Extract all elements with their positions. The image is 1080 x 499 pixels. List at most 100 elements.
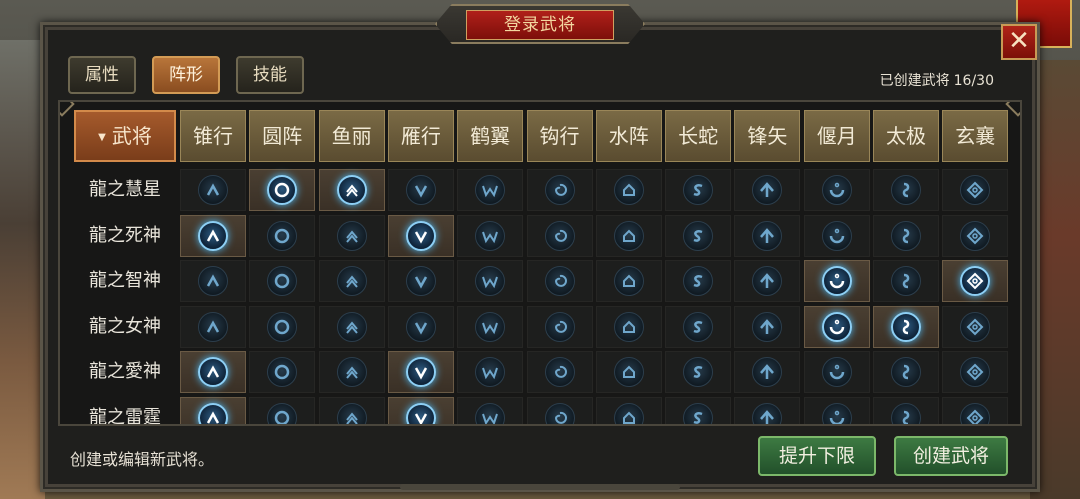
formation-cell[interactable] (803, 169, 870, 211)
formation-cell[interactable] (526, 305, 593, 348)
general-name[interactable]: 龍之愛神 (74, 350, 176, 394)
formation-cell[interactable] (318, 305, 385, 348)
general-name[interactable]: 龍之女神 (74, 305, 176, 349)
general-column-header[interactable]: ▼ 武将 (74, 110, 176, 162)
formation-cell[interactable] (387, 169, 454, 211)
formation-cell[interactable] (180, 305, 246, 348)
formation-cell[interactable] (249, 260, 316, 302)
formation-cell[interactable] (595, 351, 662, 393)
formation-cell[interactable] (595, 169, 662, 211)
arch-icon (613, 175, 644, 205)
formation-cell[interactable] (734, 351, 801, 393)
formation-cell[interactable] (526, 396, 593, 424)
formation-cell[interactable] (873, 396, 939, 424)
general-name[interactable]: 龍之雷霆 (74, 396, 176, 425)
formation-cell[interactable] (942, 169, 1009, 211)
formation-cell[interactable] (595, 214, 662, 257)
formation-cell[interactable] (595, 260, 662, 302)
formation-header-10: 太极 (873, 110, 939, 162)
formation-cell[interactable] (387, 351, 454, 393)
formation-cell[interactable] (803, 260, 870, 302)
formation-cell[interactable] (180, 396, 246, 424)
general-name[interactable]: 龍之智神 (74, 259, 176, 303)
formation-cell[interactable] (803, 351, 870, 393)
formation-cell[interactable] (873, 214, 939, 257)
formation-cell[interactable] (457, 260, 524, 302)
formation-cell[interactable] (665, 214, 732, 257)
formation-cell[interactable] (873, 169, 939, 211)
ring-icon (267, 357, 298, 387)
formation-cell[interactable] (180, 169, 246, 211)
general-header-label: 武将 (111, 124, 152, 148)
formation-cell[interactable] (595, 396, 662, 424)
formation-cell[interactable] (942, 351, 1009, 393)
formation-cell[interactable] (249, 169, 316, 211)
tab-formation[interactable]: 阵形 (152, 56, 220, 94)
tab-attributes[interactable]: 属性 (68, 56, 136, 94)
formation-cell[interactable] (803, 305, 870, 348)
formation-cell[interactable] (665, 260, 732, 302)
formation-cell[interactable] (873, 260, 939, 302)
create-general-button[interactable]: 创建武将 (894, 436, 1008, 476)
formation-cell[interactable] (318, 260, 385, 302)
formation-cell[interactable] (249, 305, 316, 348)
formation-cell[interactable] (873, 305, 939, 348)
formation-cell[interactable] (873, 351, 939, 393)
formation-cell[interactable] (942, 260, 1009, 302)
arrow-up-icon (752, 266, 783, 296)
formation-cell[interactable] (665, 351, 732, 393)
formation-cell[interactable] (180, 351, 246, 393)
ring-icon (267, 220, 298, 251)
formation-cell[interactable] (665, 169, 732, 211)
formation-cell[interactable] (457, 169, 524, 211)
swirl-icon (544, 266, 575, 296)
formation-cell[interactable] (803, 396, 870, 424)
formation-cell[interactable] (803, 214, 870, 257)
formation-cell[interactable] (318, 214, 385, 257)
formation-cell[interactable] (387, 396, 454, 424)
background-scenery-left (0, 40, 45, 499)
arch-icon (613, 220, 644, 251)
formation-cell[interactable] (180, 260, 246, 302)
formation-cell[interactable] (249, 351, 316, 393)
formation-cell[interactable] (387, 260, 454, 302)
w-icon (475, 357, 506, 387)
formation-cell[interactable] (942, 214, 1009, 257)
crescent-icon (821, 402, 852, 424)
formation-cell[interactable] (457, 351, 524, 393)
formation-cell[interactable] (665, 396, 732, 424)
formation-cell[interactable] (526, 214, 593, 257)
formation-cell[interactable] (387, 214, 454, 257)
formation-cell[interactable] (249, 396, 316, 424)
formation-cell[interactable] (457, 214, 524, 257)
formation-cell[interactable] (734, 214, 801, 257)
formation-cell[interactable] (457, 396, 524, 424)
formation-cell[interactable] (457, 305, 524, 348)
raise-limit-button[interactable]: 提升下限 (758, 436, 876, 476)
formation-cell[interactable] (734, 396, 801, 424)
general-name[interactable]: 龍之死神 (74, 214, 176, 258)
formation-cell[interactable] (734, 169, 801, 211)
close-button[interactable]: ✕ (1001, 24, 1037, 60)
formation-cell[interactable] (942, 396, 1009, 424)
v-icon (405, 220, 436, 251)
formation-cell[interactable] (734, 260, 801, 302)
swirl-icon (544, 402, 575, 424)
formation-cell[interactable] (526, 260, 593, 302)
formation-cell[interactable] (665, 305, 732, 348)
arch-icon (613, 357, 644, 387)
formation-cell[interactable] (180, 214, 246, 257)
formation-cell[interactable] (318, 396, 385, 424)
formation-cell[interactable] (526, 169, 593, 211)
formation-cell[interactable] (318, 169, 385, 211)
formation-cell[interactable] (387, 305, 454, 348)
formation-cell[interactable] (526, 351, 593, 393)
formation-cell[interactable] (249, 214, 316, 257)
general-name[interactable]: 龍之慧星 (74, 168, 176, 212)
formation-cell[interactable] (734, 305, 801, 348)
v-icon (405, 175, 436, 205)
formation-cell[interactable] (942, 305, 1009, 348)
formation-cell[interactable] (318, 351, 385, 393)
formation-cell[interactable] (595, 305, 662, 348)
tab-skills[interactable]: 技能 (236, 56, 304, 94)
